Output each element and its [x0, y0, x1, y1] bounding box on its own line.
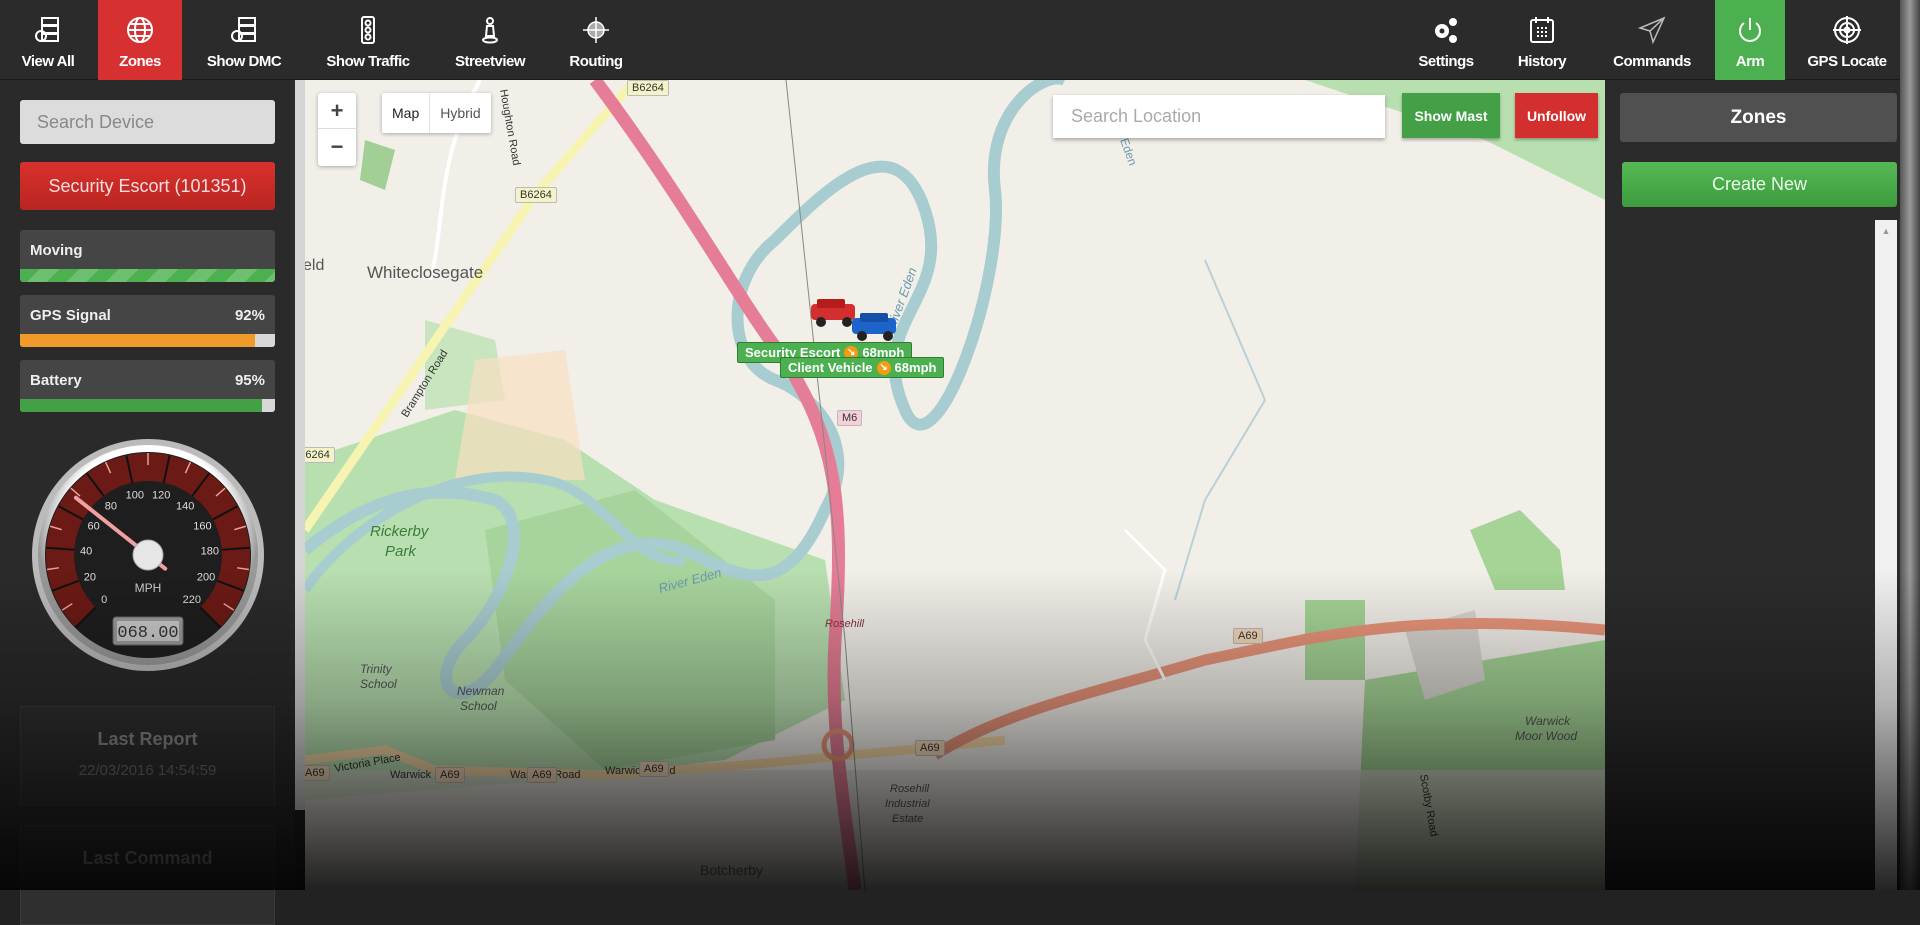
road-shield: B6264	[305, 447, 335, 463]
marker-label-client-vehicle[interactable]: Client Vehicle ↘ 68mph	[780, 357, 945, 378]
place-label: Botcherby	[700, 862, 763, 878]
battery-bar	[20, 399, 263, 412]
nav-settings[interactable]: Settings	[1400, 0, 1492, 80]
gauge-tick-label: 60	[87, 520, 99, 532]
zoom-control: + −	[318, 93, 356, 166]
map-type-map[interactable]: Map	[382, 93, 431, 133]
gauge-tick-label: 0	[101, 594, 107, 606]
gauge-tick-label: 180	[201, 546, 219, 558]
moving-bar	[20, 269, 275, 282]
search-location-input[interactable]	[1053, 95, 1385, 138]
gauge-unit: MPH	[135, 581, 162, 595]
last-report-box: Last Report 22/03/2016 14:54:59	[20, 706, 275, 806]
place-label: Rosehill	[825, 618, 865, 630]
zoom-out-button[interactable]: −	[318, 129, 356, 165]
road-shield: A69	[435, 767, 465, 783]
create-new-button[interactable]: Create New	[1622, 162, 1897, 207]
nav-history[interactable]: History	[1498, 0, 1586, 80]
zoom-in-button[interactable]: +	[318, 93, 356, 129]
globe-icon	[127, 17, 153, 43]
status-battery: Battery 95%	[20, 360, 275, 412]
sidebar-scrollbar[interactable]	[295, 80, 305, 810]
speedometer: 0 20 40 60 80 100 120 140 160 180 200 220 MPH 068.0…	[32, 439, 264, 671]
unfollow-button[interactable]: Unfollow	[1515, 93, 1598, 138]
place-label: Trinity	[360, 662, 393, 676]
client-vehicle-car-icon[interactable]	[848, 312, 902, 342]
gears-icon	[1435, 18, 1457, 43]
road-shield: A69	[305, 765, 330, 781]
paper-plane-icon	[1637, 16, 1666, 45]
device-button[interactable]: Security Escort (101351)	[20, 162, 275, 210]
right-panel: Zones Create New ▲	[1605, 80, 1900, 890]
status-gps: GPS Signal 92%	[20, 295, 275, 347]
gauge-tick-label: 100	[126, 489, 144, 501]
road-shield: B6264	[627, 80, 669, 96]
heading-arrow-icon: ↘	[876, 360, 891, 375]
server-pin-icon	[35, 17, 59, 42]
river-label: Eden	[1117, 136, 1140, 167]
nav-arm[interactable]: Arm	[1715, 0, 1785, 80]
place-label: Moor Wood	[1515, 729, 1577, 743]
road-shield: A69	[1233, 628, 1263, 644]
road-shield: A69	[527, 767, 557, 783]
road-shield: M6	[837, 410, 863, 426]
road-shield: A69	[639, 761, 669, 777]
map-tiles: Whiteclosegate eld Rickerby Park River E…	[305, 80, 1605, 890]
gauge-tick-label: 40	[80, 546, 92, 558]
place-label: School	[460, 699, 497, 713]
search-device-input[interactable]	[20, 100, 275, 144]
status-moving: Moving	[20, 230, 275, 282]
zones-header: Zones	[1620, 93, 1897, 142]
place-label: Newman	[457, 684, 505, 698]
map-type-control: Map Hybrid	[382, 93, 491, 133]
nav-show-traffic[interactable]: Show Traffic	[308, 0, 428, 80]
scroll-up-icon[interactable]: ▲	[1875, 220, 1897, 242]
nav-commands[interactable]: Commands	[1596, 0, 1708, 80]
place-label: Estate	[892, 813, 923, 825]
nav-routing[interactable]: Routing	[550, 0, 642, 80]
gauge-tick-label: 20	[84, 572, 96, 584]
place-label: School	[360, 677, 397, 691]
power-icon	[1739, 18, 1761, 42]
compass-icon	[583, 17, 609, 43]
nav-view-all[interactable]: View All	[0, 0, 96, 80]
gauge-tick-label: 220	[183, 594, 201, 606]
last-command-box: Last Command	[20, 825, 275, 925]
road-label: Houghton Road	[497, 88, 522, 166]
gauge-tick-label: 160	[193, 520, 211, 532]
place-label: Rosehill	[890, 783, 930, 795]
gauge-tick-label: 120	[152, 489, 170, 501]
pegman-icon	[482, 17, 498, 44]
nav-gps-locate[interactable]: GPS Locate	[1796, 0, 1898, 80]
zones-scrollbar[interactable]: ▲	[1875, 220, 1897, 890]
road-shield: A69	[915, 740, 945, 756]
traffic-light-icon	[361, 16, 375, 44]
server-chat-icon	[231, 17, 256, 42]
calendar-icon	[1530, 17, 1554, 43]
place-label: Warwick	[1525, 714, 1571, 728]
gps-bar	[20, 334, 255, 347]
nav-show-dmc[interactable]: Show DMC	[194, 0, 294, 80]
place-label: Rickerby	[370, 523, 430, 540]
place-label: eld	[305, 257, 324, 274]
gauge-display: 068.00	[117, 624, 178, 643]
gauge-tick-label: 140	[176, 500, 194, 512]
top-toolbar: View All Zones Show DMC Show Traffic Str…	[0, 0, 1920, 80]
gauge-tick-label: 80	[105, 500, 117, 512]
map-type-hybrid[interactable]: Hybrid	[430, 93, 490, 133]
place-label: Whiteclosegate	[367, 263, 483, 282]
nav-streetview[interactable]: Streetview	[440, 0, 540, 80]
gauge-tick-label: 200	[197, 572, 215, 584]
show-mast-button[interactable]: Show Mast	[1402, 93, 1500, 138]
target-icon	[1833, 16, 1861, 44]
road-shield: B6264	[515, 187, 557, 203]
nav-zones[interactable]: Zones	[98, 0, 182, 80]
place-label: Park	[385, 543, 417, 560]
place-label: Industrial	[885, 798, 930, 810]
window-edge	[1900, 0, 1920, 890]
map-view[interactable]: Whiteclosegate eld Rickerby Park River E…	[305, 80, 1605, 890]
